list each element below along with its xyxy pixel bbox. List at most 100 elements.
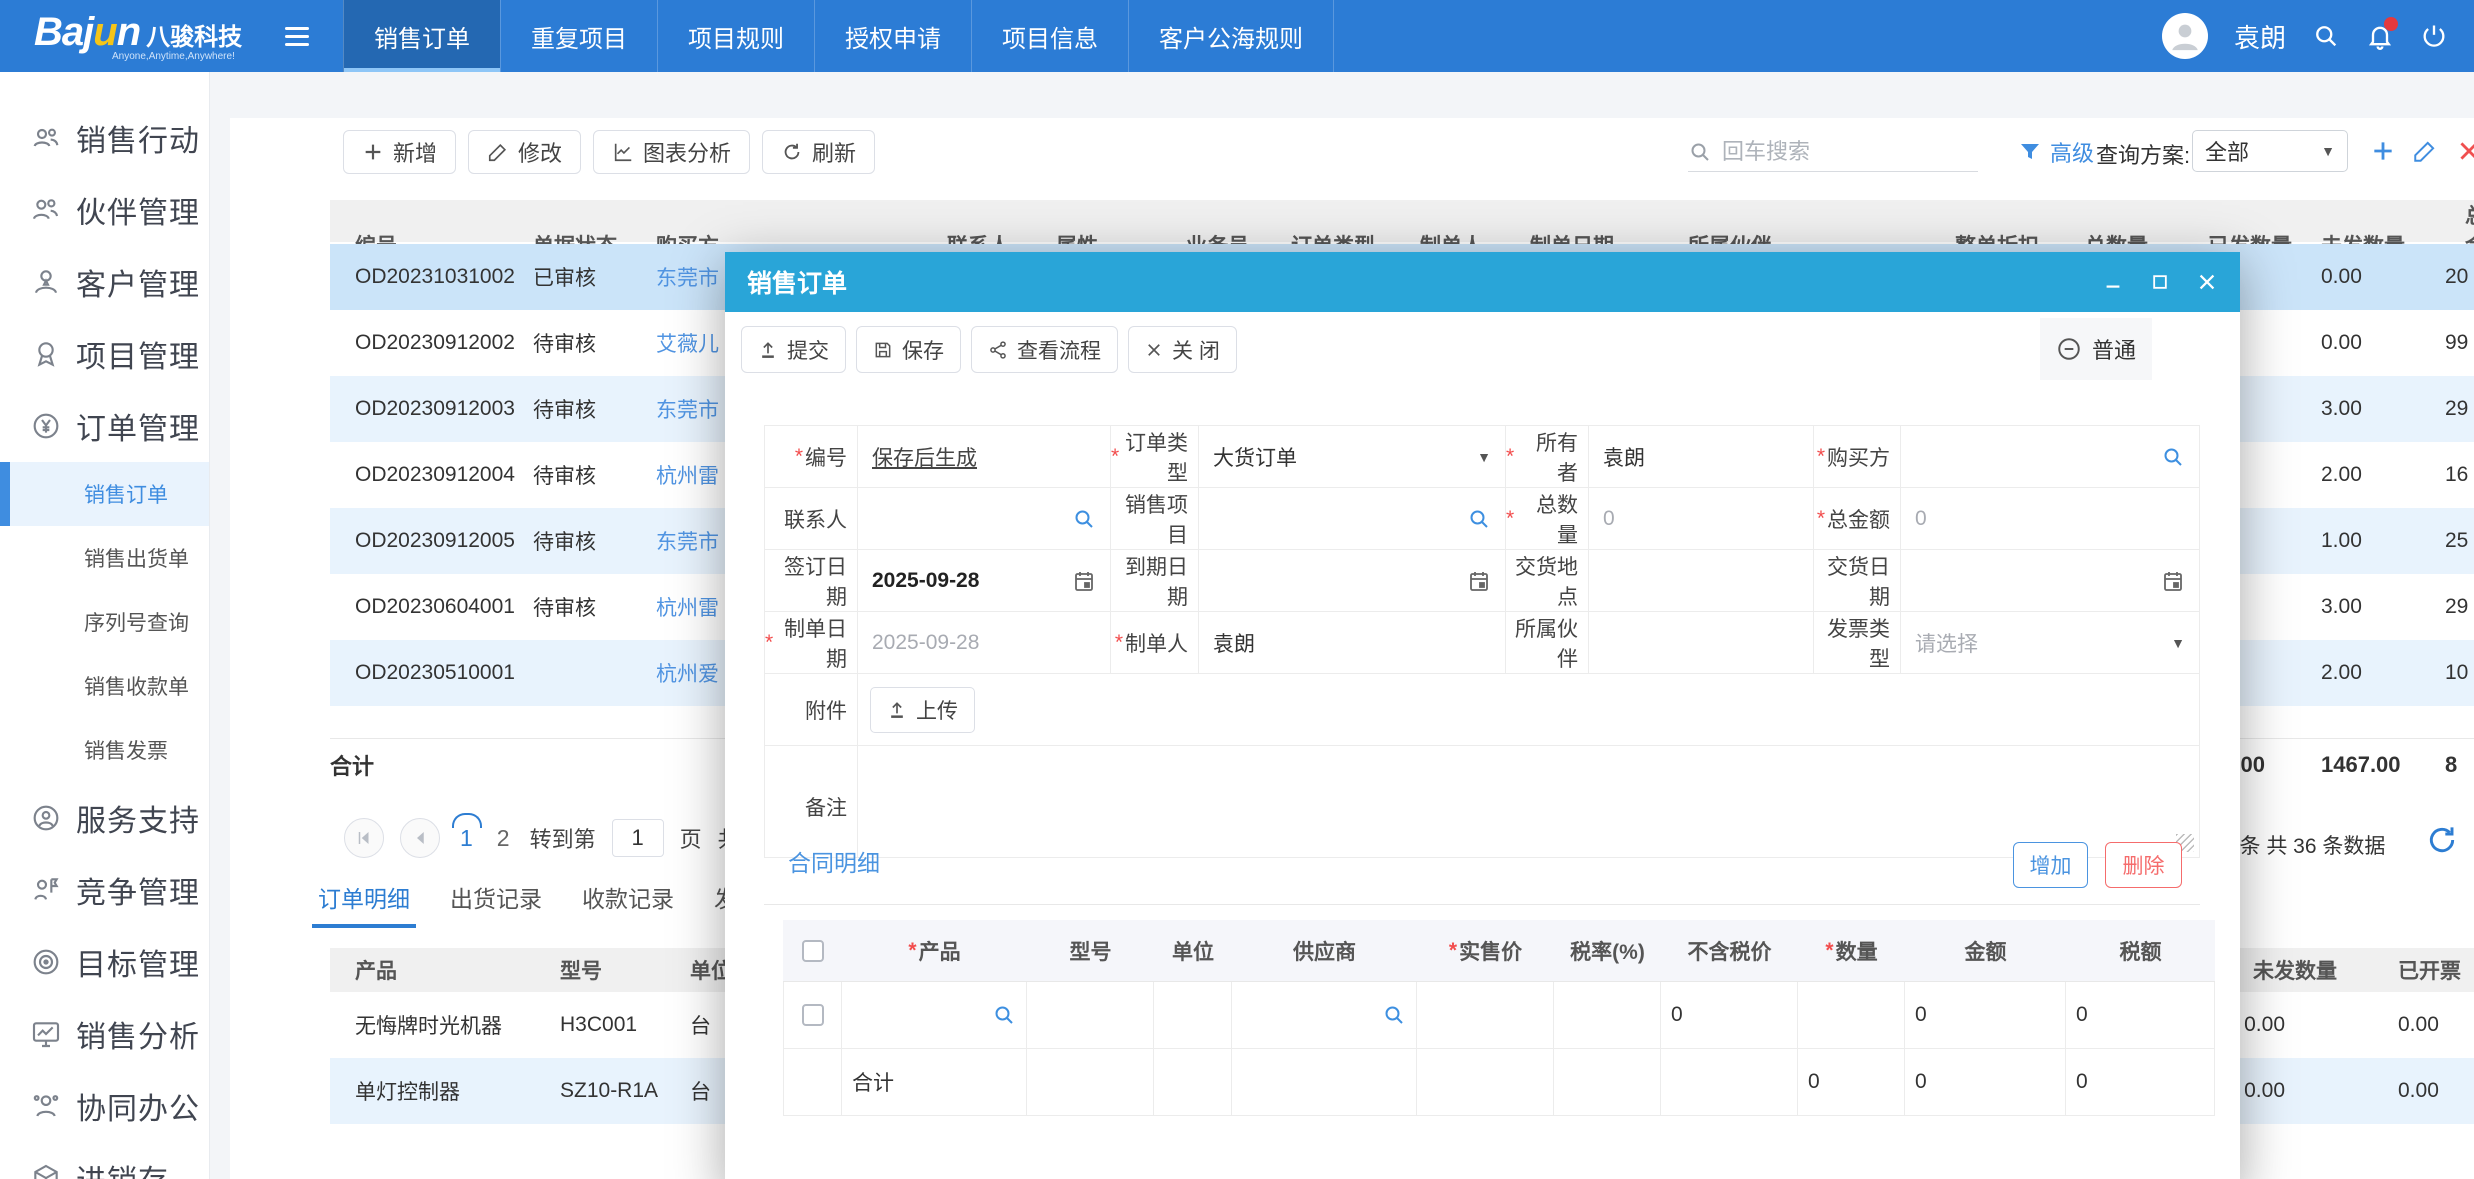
view-flow-button[interactable]: 查看流程 [971,326,1118,373]
col-header[interactable]: 未发数量 [2240,955,2365,985]
sidebar-item-sales-action[interactable]: 销售行动 [0,102,209,174]
add-query-plan-icon[interactable] [2370,138,2396,164]
sidebar-subitem-sales-shipment[interactable]: 销售出货单 [0,526,209,590]
user-name[interactable]: 袁朗 [2234,18,2286,55]
unit-cell[interactable] [1154,982,1232,1049]
col-header[interactable]: 产品 [330,955,560,985]
refresh-count-icon[interactable] [2426,824,2458,856]
untaxed-price-cell[interactable]: 0 [1661,982,1798,1049]
remark-textarea[interactable] [858,746,2200,858]
owner-field[interactable]: 袁朗 [1589,426,1814,488]
order-type-select[interactable]: 大货订单▼ [1199,426,1506,488]
tab-label: 收款记录 [582,886,674,912]
invoiced-qty: 0.00 [2365,1079,2474,1103]
col-header[interactable]: 型号 [560,955,690,985]
sidebar-subitem-sales-receipt[interactable]: 销售收款单 [0,654,209,718]
tab-shipment-record[interactable]: 出货记录 [450,880,542,928]
query-plan-select[interactable]: 全部 ▼ [2192,130,2348,172]
page-number[interactable]: 2 [493,825,514,852]
nav-tab-duplicate-project[interactable]: 重复项目 [500,0,657,72]
calendar-icon[interactable] [1072,569,1096,593]
search-input[interactable] [1722,139,1942,165]
submit-button[interactable]: 提交 [741,326,846,373]
sidebar-subitem-serial-query[interactable]: 序列号查询 [0,590,209,654]
search-icon[interactable] [1467,507,1491,531]
total-qty-value: 0 [1603,507,1615,531]
delivery-place-field[interactable] [1589,550,1814,612]
add-line-button[interactable]: 增加 [2013,842,2088,888]
priority-indicator[interactable]: 普通 [2040,318,2152,380]
delete-line-button[interactable]: 删除 [2105,842,2182,888]
select-all-checkbox[interactable] [802,940,824,962]
close-icon[interactable] [2196,271,2218,293]
upload-button[interactable]: 上传 [870,687,975,733]
total-qty-field[interactable]: 0 [1589,488,1814,550]
sidebar-item-customer-management[interactable]: 客户管理 [0,246,209,318]
calendar-icon[interactable] [2161,569,2185,593]
nav-tab-authorization[interactable]: 授权申请 [814,0,971,72]
col-header[interactable]: 已开票 [2365,955,2474,985]
nav-tab-sales-order[interactable]: 销售订单 [343,0,500,72]
sidebar-item-competition-management[interactable]: 竞争管理 [0,854,209,926]
sidebar-item-collaboration[interactable]: 协同办公 [0,1070,209,1142]
menu-toggle-icon[interactable] [285,27,325,46]
advanced-filter[interactable]: 高级 [2018,136,2094,168]
sidebar-item-service-support[interactable]: 服务支持 [0,782,209,854]
sidebar-subitem-sales-order[interactable]: 销售订单 [0,462,209,526]
buyer-lookup-field[interactable] [1901,426,2200,488]
total-amount-field[interactable]: 0 [1901,488,2200,550]
model-cell[interactable] [1027,982,1154,1049]
tab-order-detail[interactable]: 订单明细 [318,880,410,928]
sidebar-subitem-label: 销售发票 [84,735,168,765]
calendar-icon[interactable] [1467,569,1491,593]
sidebar-item-partner-management[interactable]: 伙伴管理 [0,174,209,246]
brand-name-en: Bajun [34,10,140,55]
sidebar-subitem-sales-invoice[interactable]: 销售发票 [0,718,209,782]
invoice-type-select[interactable]: 请选择▼ [1901,612,2200,674]
supplier-lookup-cell[interactable] [1232,982,1417,1049]
prev-page-button[interactable] [400,818,440,858]
sidebar-item-sales-analytics[interactable]: 销售分析 [0,998,209,1070]
search-icon[interactable] [2312,22,2340,50]
goto-page-input[interactable] [612,819,664,857]
row-checkbox[interactable] [802,1004,824,1026]
save-button[interactable]: 保存 [856,326,961,373]
logout-power-icon[interactable] [2420,22,2448,50]
order-no-field[interactable]: 保存后生成 [858,426,1111,488]
search-icon[interactable] [2161,445,2185,469]
page-number-current[interactable]: 1 [456,825,477,852]
sidebar-item-order-management[interactable]: 订单管理 [0,390,209,462]
due-date-field[interactable] [1199,550,1506,612]
first-page-button[interactable] [344,818,384,858]
col-header: 产品 [842,920,1027,982]
tab-receipt-record[interactable]: 收款记录 [582,880,674,928]
qty-cell[interactable] [1798,982,1905,1049]
customers-icon [30,266,62,298]
search-icon[interactable] [1072,507,1096,531]
tax-amount-cell[interactable]: 0 [2066,982,2215,1049]
search-icon[interactable] [1382,1003,1406,1027]
edit-query-plan-icon[interactable] [2412,138,2438,164]
contact-lookup-field[interactable] [858,488,1111,550]
delete-query-plan-icon[interactable] [2456,138,2474,164]
nav-tab-public-pool-rules[interactable]: 客户公海规则 [1128,0,1334,72]
tax-rate-cell[interactable] [1554,982,1661,1049]
sales-project-lookup-field[interactable] [1199,488,1506,550]
sidebar-item-project-management[interactable]: 项目管理 [0,318,209,390]
notification-bell-icon[interactable] [2366,22,2394,50]
delivery-date-field[interactable] [1901,550,2200,612]
maximize-icon[interactable] [2150,272,2170,292]
amount-cell[interactable]: 0 [1905,982,2066,1049]
minimize-icon[interactable] [2102,271,2124,293]
sign-date-field[interactable]: 2025-09-28 [858,550,1111,612]
nav-tab-project-info[interactable]: 项目信息 [971,0,1128,72]
close-form-button[interactable]: 关 闭 [1128,326,1237,373]
avatar[interactable] [2162,13,2208,59]
price-cell[interactable] [1417,982,1554,1049]
search-icon[interactable] [992,1003,1016,1027]
product-lookup-cell[interactable] [842,982,1027,1049]
partner-field[interactable] [1589,612,1814,674]
nav-tab-project-rules[interactable]: 项目规则 [657,0,814,72]
sidebar-item-inventory[interactable]: 进销存 [0,1142,209,1179]
sidebar-item-target-management[interactable]: 目标管理 [0,926,209,998]
